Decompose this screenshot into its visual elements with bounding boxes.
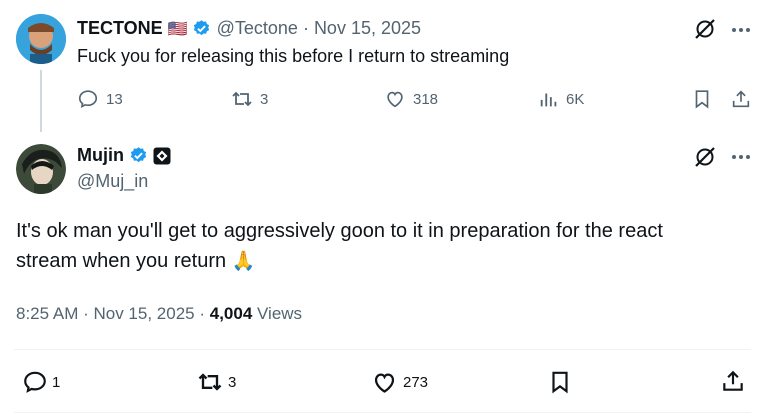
share-icon[interactable] bbox=[720, 368, 746, 394]
reply-icon bbox=[77, 88, 99, 110]
flag-emoji: 🇺🇸 bbox=[167, 20, 188, 38]
author-name[interactable]: Mujin bbox=[77, 145, 124, 166]
like-icon bbox=[371, 369, 398, 396]
divider bbox=[14, 412, 751, 413]
mujin-avatar[interactable] bbox=[16, 144, 66, 194]
affiliate-badge-icon[interactable] bbox=[153, 147, 171, 165]
tweet-date[interactable]: Nov 15, 2025 bbox=[314, 18, 421, 39]
reply-button[interactable]: 1 bbox=[22, 369, 60, 395]
views-count: 6K bbox=[566, 90, 585, 108]
like-button[interactable]: 318 bbox=[384, 88, 438, 110]
more-icon[interactable] bbox=[729, 20, 753, 40]
main-header: Mujin bbox=[77, 145, 171, 166]
repost-icon bbox=[196, 369, 224, 395]
bookmark-icon[interactable] bbox=[691, 88, 713, 110]
like-button[interactable]: 273 bbox=[371, 369, 428, 396]
repost-icon bbox=[230, 88, 254, 110]
reply-header: TECTONE 🇺🇸 @Tectone · Nov 15, 2025 bbox=[77, 18, 421, 39]
reply-count: 13 bbox=[106, 90, 123, 108]
repost-count: 3 bbox=[260, 90, 269, 108]
tweet-text-line1: It's ok man you'll get to aggressively g… bbox=[16, 220, 663, 242]
reply-button[interactable]: 13 bbox=[77, 88, 123, 110]
divider bbox=[14, 349, 751, 350]
repost-button[interactable]: 3 bbox=[230, 88, 268, 110]
tweet-text-line2-text: stream when you return bbox=[16, 250, 227, 272]
bookmark-icon[interactable] bbox=[547, 369, 573, 395]
reply-count: 1 bbox=[52, 373, 61, 391]
author-handle[interactable]: @Tectone bbox=[217, 18, 298, 39]
like-icon bbox=[384, 88, 406, 110]
share-icon[interactable] bbox=[730, 88, 752, 110]
pray-emoji: 🙏 bbox=[231, 251, 256, 272]
repost-button[interactable]: 3 bbox=[196, 369, 236, 395]
like-count: 273 bbox=[403, 374, 429, 391]
tectone-avatar[interactable] bbox=[16, 14, 66, 64]
tweet-text-line2: stream when you return 🙏 bbox=[16, 246, 663, 277]
grok-icon[interactable] bbox=[693, 17, 717, 41]
views-count: 4,004 bbox=[209, 304, 253, 323]
like-count: 318 bbox=[413, 90, 439, 108]
tweet-meta: 8:25 AM · Nov 15, 2025 · 4,004 Views bbox=[16, 304, 302, 324]
grok-icon[interactable] bbox=[693, 145, 717, 169]
reply-text: Fuck you for releasing this before I ret… bbox=[77, 46, 510, 66]
views-button[interactable]: 6K bbox=[538, 88, 584, 110]
repost-count: 3 bbox=[228, 373, 237, 391]
verified-badge-icon bbox=[129, 146, 148, 165]
views-icon bbox=[538, 88, 560, 110]
author-name[interactable]: TECTONE bbox=[77, 18, 163, 39]
author-handle[interactable]: @Muj_in bbox=[77, 171, 148, 192]
tweet-timestamp[interactable]: 8:25 AM · Nov 15, 2025 · bbox=[16, 304, 205, 323]
more-icon[interactable] bbox=[729, 147, 753, 167]
tweet-text: It's ok man you'll get to aggressively g… bbox=[16, 216, 663, 277]
reply-icon bbox=[22, 369, 48, 395]
views-label: Views bbox=[257, 304, 303, 323]
separator: · bbox=[302, 18, 309, 38]
thread-line bbox=[40, 70, 42, 132]
verified-badge-icon bbox=[192, 19, 211, 38]
